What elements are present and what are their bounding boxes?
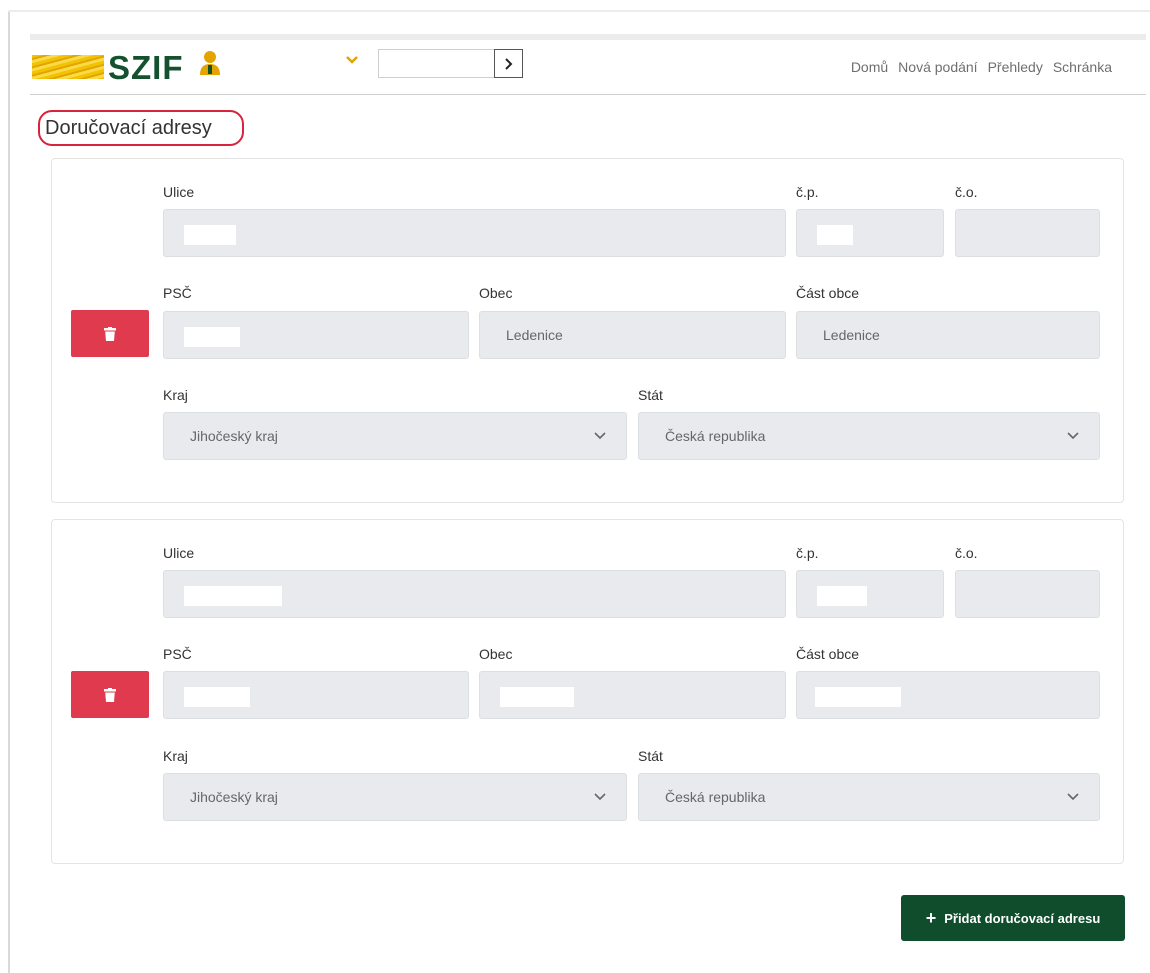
psc-label: PSČ <box>163 646 192 662</box>
psc-field[interactable] <box>163 671 469 719</box>
plus-icon: + <box>925 908 937 928</box>
trash-icon <box>104 326 116 341</box>
frame-left <box>8 12 10 973</box>
redacted-value <box>184 225 236 245</box>
delete-address-button[interactable] <box>71 671 149 718</box>
cp-label: č.p. <box>796 184 819 200</box>
cp-label: č.p. <box>796 545 819 561</box>
brand-name[interactable]: SZIF <box>108 48 184 88</box>
title-highlight <box>38 110 244 146</box>
kraj-label: Kraj <box>163 748 188 764</box>
kraj-select[interactable]: Jihočeský kraj <box>163 773 627 821</box>
cp-field[interactable] <box>796 570 944 618</box>
cast-obce-label: Část obce <box>796 646 860 662</box>
co-field[interactable] <box>955 570 1100 618</box>
kraj-label: Kraj <box>163 387 188 403</box>
nav-home[interactable]: Domů <box>851 59 888 75</box>
street-field[interactable] <box>163 570 786 618</box>
stat-label: Stát <box>638 387 663 403</box>
cast-obce-field[interactable] <box>796 671 1100 719</box>
psc-field[interactable] <box>163 311 469 359</box>
chevron-down-icon <box>594 793 606 801</box>
szif-logo-icon[interactable] <box>32 55 104 79</box>
obec-field[interactable] <box>479 671 786 719</box>
chevron-down-icon <box>1067 432 1079 440</box>
main-nav: Domů Nová podání Přehledy Schránka <box>851 59 1112 75</box>
chevron-right-icon <box>504 57 512 70</box>
header-divider <box>30 94 1146 95</box>
cast-obce-field[interactable]: Ledenice <box>796 311 1100 359</box>
stat-label: Stát <box>638 748 663 764</box>
chevron-down-icon[interactable] <box>345 55 359 65</box>
nav-overviews[interactable]: Přehledy <box>988 59 1043 75</box>
frame-top <box>8 10 1150 12</box>
street-label: Ulice <box>163 545 195 561</box>
co-label: č.o. <box>955 184 978 200</box>
cp-field[interactable] <box>796 209 944 257</box>
redacted-value <box>817 225 853 245</box>
search-submit-button[interactable] <box>494 49 523 78</box>
co-label: č.o. <box>955 545 978 561</box>
street-label: Ulice <box>163 184 195 200</box>
add-address-label: Přidat doručovací adresu <box>944 910 1101 926</box>
add-address-button[interactable]: + Přidat doručovací adresu <box>901 895 1125 941</box>
kraj-select[interactable]: Jihočeský kraj <box>163 412 627 460</box>
redacted-value <box>184 586 282 606</box>
redacted-value <box>184 687 250 707</box>
search-input[interactable] <box>378 49 494 78</box>
cast-obce-label: Část obce <box>796 285 860 301</box>
redacted-value <box>817 586 867 606</box>
street-field[interactable] <box>163 209 786 257</box>
chevron-down-icon <box>1067 793 1079 801</box>
obec-label: Obec <box>479 646 513 662</box>
obec-label: Obec <box>479 285 513 301</box>
user-icon[interactable] <box>199 50 221 76</box>
stat-select[interactable]: Česká republika <box>638 412 1100 460</box>
delete-address-button[interactable] <box>71 310 149 357</box>
chevron-down-icon <box>594 432 606 440</box>
obec-field[interactable]: Ledenice <box>479 311 786 359</box>
trash-icon <box>104 687 116 702</box>
top-strip <box>30 34 1146 40</box>
psc-label: PSČ <box>163 285 192 301</box>
co-field[interactable] <box>955 209 1100 257</box>
stat-select[interactable]: Česká republika <box>638 773 1100 821</box>
redacted-value <box>500 687 574 707</box>
nav-inbox[interactable]: Schránka <box>1053 59 1112 75</box>
redacted-value <box>184 327 240 347</box>
redacted-value <box>815 687 901 707</box>
nav-new-submissions[interactable]: Nová podání <box>898 59 977 75</box>
